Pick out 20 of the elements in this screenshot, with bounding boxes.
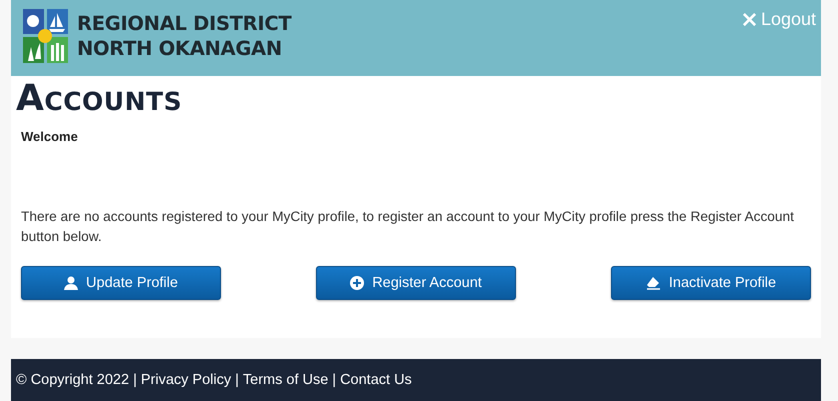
separator: | xyxy=(235,372,239,388)
user-icon xyxy=(64,276,78,290)
separator: | xyxy=(332,372,336,388)
footer-link[interactable]: Terms of Use xyxy=(242,372,328,388)
logo-icon xyxy=(23,9,69,63)
info-message: There are no accounts registered to your MyCity profile, to register an account to your MyCity profile press the Register Account button below. xyxy=(21,208,795,246)
close-icon xyxy=(742,12,757,27)
logo-text: NORTH OKANAGAN xyxy=(77,36,283,61)
eraser-icon xyxy=(646,276,661,290)
inactivate-profile-button[interactable]: Inactivate Profile xyxy=(611,266,811,300)
logo-text: REGIONAL DISTRICT xyxy=(77,11,292,36)
copyright-text: © Copyright 2022 xyxy=(16,372,130,388)
page-title: Accounts xyxy=(16,77,184,118)
separator: | xyxy=(133,372,137,388)
update-profile-button[interactable]: Update Profile xyxy=(21,266,221,300)
footer-link[interactable]: Contact Us xyxy=(340,372,412,388)
footer-link[interactable]: Privacy Policy xyxy=(140,372,232,388)
register-account-button[interactable]: Register Account xyxy=(316,266,516,300)
plus-circle-icon xyxy=(350,276,364,290)
welcome-heading: Welcome xyxy=(21,129,79,144)
